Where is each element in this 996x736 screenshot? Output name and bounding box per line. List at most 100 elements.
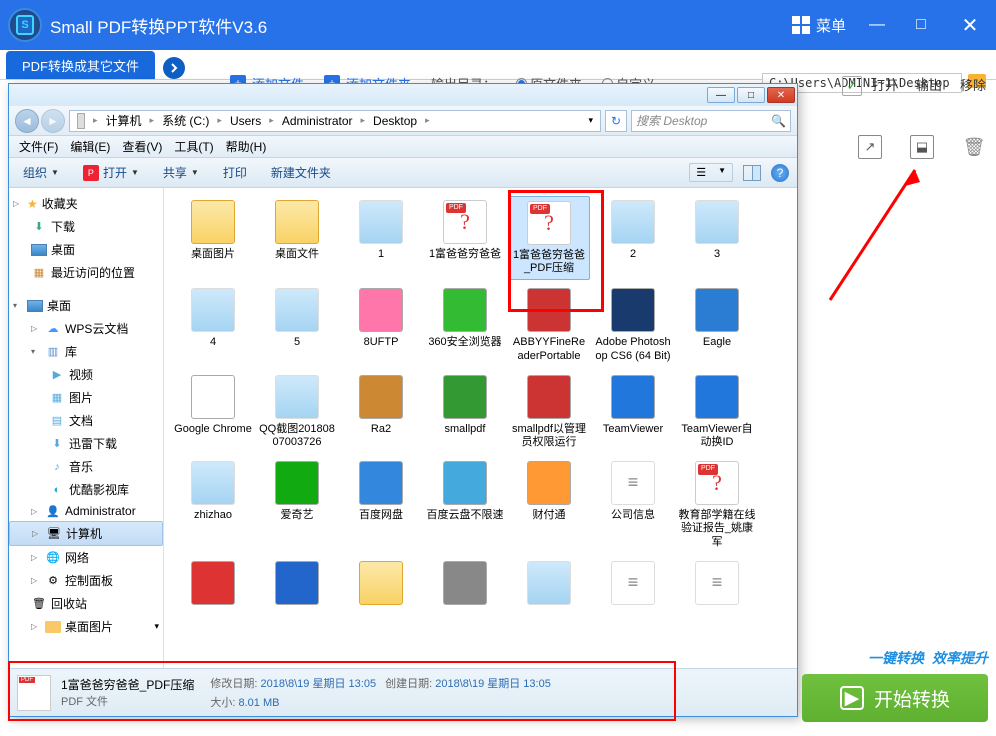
- file-item[interactable]: 360安全浏览器: [424, 284, 506, 366]
- sidebar-video[interactable]: ▶视频: [9, 363, 163, 386]
- file-item[interactable]: 教育部学籍在线验证报告_姚康军: [676, 457, 758, 553]
- file-item[interactable]: 5: [256, 284, 338, 366]
- file-item[interactable]: [256, 557, 338, 613]
- file-item[interactable]: TeamViewer: [592, 371, 674, 453]
- file-item[interactable]: smallpdf以管理员权限运行: [508, 371, 590, 453]
- sidebar-downloads[interactable]: ⬇下载: [9, 215, 163, 238]
- tab-badge-icon: [163, 57, 185, 79]
- file-grid[interactable]: 桌面图片桌面文件 11富爸爸穷爸爸1富爸爸穷爸爸_PDF压缩23 45 8UFTP 36…: [164, 188, 797, 668]
- refresh-button[interactable]: ↻: [605, 110, 627, 132]
- maximize-button[interactable]: □: [908, 12, 934, 38]
- menu-view[interactable]: 查看(V): [118, 138, 166, 155]
- sidebar-recent[interactable]: ▦最近访问的位置: [9, 261, 163, 284]
- file-item[interactable]: 爱奇艺: [256, 457, 338, 553]
- view-toggle[interactable]: ☰▼: [689, 163, 733, 182]
- menu-edit[interactable]: 编辑(E): [66, 138, 114, 155]
- file-item[interactable]: 3: [676, 196, 758, 280]
- sidebar-youku[interactable]: ◐优酷影视库: [9, 478, 163, 501]
- sidebar-music[interactable]: ♪音乐: [9, 455, 163, 478]
- file-item[interactable]: Ra2: [340, 371, 422, 453]
- file-item[interactable]: 2: [592, 196, 674, 280]
- file-item[interactable]: 4: [172, 284, 254, 366]
- file-explorer-window: — □ ✕ ◄ ► ▸ 计算机▸ 系统 (C:)▸ Users▸ Adminis…: [8, 83, 798, 717]
- file-label: 财付通: [533, 509, 566, 522]
- sidebar-administrator[interactable]: ▷👤Administrator: [9, 501, 163, 521]
- folder-icon: [275, 200, 319, 244]
- favorites-group[interactable]: ▷★收藏夹: [9, 192, 163, 215]
- file-item[interactable]: [508, 557, 590, 613]
- menu-button[interactable]: 菜单: [792, 15, 846, 36]
- file-item[interactable]: 百度云盘不限速: [424, 457, 506, 553]
- file-item[interactable]: Eagle: [676, 284, 758, 366]
- desktop-group[interactable]: ▾桌面: [9, 294, 163, 317]
- file-item[interactable]: 1: [340, 196, 422, 280]
- file-item[interactable]: ≡: [676, 557, 758, 613]
- explorer-close[interactable]: ✕: [767, 87, 795, 103]
- explorer-maximize[interactable]: □: [737, 87, 765, 103]
- explorer-toolbar: 组织 ▼ P打开 ▼ 共享 ▼ 打印 新建文件夹 ☰▼ ?: [9, 158, 797, 188]
- nav-forward[interactable]: ►: [41, 109, 65, 133]
- menu-help[interactable]: 帮助(H): [222, 138, 271, 155]
- file-item[interactable]: 百度网盘: [340, 457, 422, 553]
- file-item[interactable]: ≡公司信息: [592, 457, 674, 553]
- close-button[interactable]: ✕: [952, 12, 988, 38]
- explorer-minimize[interactable]: —: [707, 87, 735, 103]
- menu-file[interactable]: 文件(F): [15, 138, 62, 155]
- file-item[interactable]: [340, 557, 422, 613]
- sidebar-network[interactable]: ▷🌐网络: [9, 546, 163, 569]
- sidebar-control-panel[interactable]: ▷⚙控制面板: [9, 569, 163, 592]
- file-item[interactable]: 1富爸爸穷爸爸: [424, 196, 506, 280]
- file-item[interactable]: TeamViewer自动换ID: [676, 371, 758, 453]
- breadcrumb[interactable]: ▸ 计算机▸ 系统 (C:)▸ Users▸ Administrator▸ De…: [69, 110, 601, 132]
- file-item[interactable]: [172, 557, 254, 613]
- file-item[interactable]: 桌面文件: [256, 196, 338, 280]
- sidebar-wps[interactable]: ▷☁WPS云文档: [9, 317, 163, 340]
- open-file-icon[interactable]: ↗: [858, 135, 882, 159]
- remove-button[interactable]: 移除: [960, 75, 986, 94]
- file-item[interactable]: Google Chrome: [172, 371, 254, 453]
- file-label: 8UFTP: [364, 336, 399, 349]
- file-item[interactable]: ≡: [592, 557, 674, 613]
- sidebar-computer[interactable]: ▷🖥计算机: [9, 521, 163, 546]
- file-item[interactable]: [424, 557, 506, 613]
- open-button[interactable]: 打开: [872, 75, 898, 94]
- file-item[interactable]: 8UFTP: [340, 284, 422, 366]
- save-icon[interactable]: ⬓: [910, 135, 934, 159]
- preview-pane-toggle[interactable]: [743, 165, 761, 181]
- start-convert-button[interactable]: ▶ 开始转换: [802, 674, 988, 722]
- print-button[interactable]: 打印: [217, 162, 253, 183]
- minimize-button[interactable]: —: [864, 12, 890, 38]
- nav-back[interactable]: ◄: [15, 109, 39, 133]
- sidebar-pictures[interactable]: ▦图片: [9, 386, 163, 409]
- menu-tools[interactable]: 工具(T): [170, 138, 217, 155]
- file-item[interactable]: QQ截图20180807003726: [256, 371, 338, 453]
- share-button[interactable]: 共享 ▼: [157, 162, 205, 183]
- new-folder-button[interactable]: 新建文件夹: [265, 162, 337, 183]
- file-item[interactable]: zhizhao: [172, 457, 254, 553]
- sidebar-recycle[interactable]: 🗑回收站: [9, 592, 163, 615]
- export-button[interactable]: 输出: [916, 75, 942, 94]
- pic-icon: [611, 200, 655, 244]
- open-with-button[interactable]: P打开 ▼: [77, 162, 145, 183]
- file-item[interactable]: ABBYYFineReaderPortable: [508, 284, 590, 366]
- file-item[interactable]: Adobe Photoshop CS6 (64 Bit): [592, 284, 674, 366]
- file-label: 公司信息: [611, 509, 655, 522]
- file-label: 桌面文件: [275, 248, 319, 261]
- pdf-icon: [695, 461, 739, 505]
- search-input[interactable]: 搜索 Desktop 🔍: [631, 110, 791, 132]
- organize-button[interactable]: 组织 ▼: [17, 162, 65, 183]
- check-icon[interactable]: ✓: [842, 76, 862, 96]
- file-item[interactable]: 财付通: [508, 457, 590, 553]
- file-item[interactable]: 1富爸爸穷爸爸_PDF压缩: [508, 196, 590, 280]
- sidebar-thunder[interactable]: ⬇迅雷下载: [9, 432, 163, 455]
- tab-pdf-convert[interactable]: PDF转换成其它文件: [6, 51, 155, 79]
- trash-icon[interactable]: 🗑: [962, 135, 986, 159]
- file-item[interactable]: 桌面图片: [172, 196, 254, 280]
- sidebar-libraries[interactable]: ▾▥库: [9, 340, 163, 363]
- sidebar-desktop-pics[interactable]: ▷桌面图片▾: [9, 615, 163, 638]
- sidebar-desktop-fav[interactable]: 桌面: [9, 238, 163, 261]
- file-item[interactable]: smallpdf: [424, 371, 506, 453]
- app-logo: S: [8, 8, 42, 42]
- sidebar-documents[interactable]: ▤文档: [9, 409, 163, 432]
- help-button[interactable]: ?: [771, 164, 789, 182]
